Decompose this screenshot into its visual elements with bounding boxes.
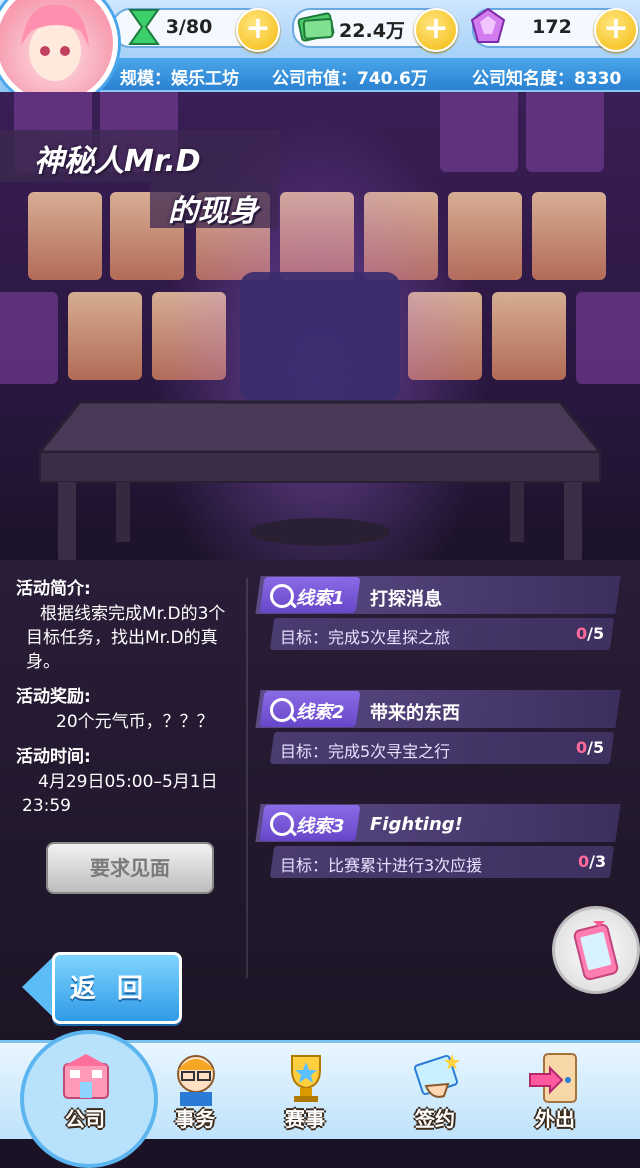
- nav-competition-label: 赛事: [285, 1107, 325, 1131]
- nav-contract[interactable]: 签约: [380, 1040, 490, 1136]
- company-fame: 公司知名度：8330: [472, 69, 622, 89]
- clue-3-progress-total: /3: [589, 852, 607, 871]
- back-button-label: 返 回: [70, 974, 150, 1004]
- time-text-line1: 4月29日05:00–5月1日: [38, 772, 218, 792]
- nav-competition[interactable]: 赛事: [250, 1040, 360, 1136]
- back-arrow-icon: [22, 954, 56, 1020]
- clue-2-title: 带来的东西: [370, 703, 460, 724]
- add-energy-button[interactable]: +: [236, 8, 280, 52]
- company-scale: 规模：娱乐工坊: [120, 69, 239, 89]
- nav-contract-label: 签约: [415, 1107, 455, 1131]
- clue-2-goal: 目标：完成5次寻宝之行: [280, 742, 451, 761]
- intro-text-line3: 身。: [26, 652, 60, 672]
- clue-3-title: Fighting!: [370, 814, 463, 835]
- avatar-portrait-icon: [21, 4, 89, 81]
- nav-company-label: 公司: [65, 1107, 105, 1131]
- time-text-line2: 23:59: [22, 796, 71, 816]
- clue-1-title: 打探消息: [370, 589, 442, 610]
- door-exit-icon: [529, 1053, 577, 1103]
- magnifier-icon: [270, 698, 294, 722]
- clue-3-progress-current: 0: [578, 852, 590, 871]
- assistant-icon: [177, 1055, 215, 1106]
- company-building-icon: [63, 1054, 109, 1099]
- request-meeting-button[interactable]: 要求见面: [46, 842, 214, 894]
- nav-affairs-label: 事务: [175, 1107, 215, 1131]
- clue-2-progress-current: 0: [576, 738, 588, 757]
- company-market-value: 公司市值：740.6万: [272, 69, 428, 89]
- trophy-icon: [291, 1055, 321, 1102]
- event-title-line1: 神秘人Mr.D: [34, 144, 201, 179]
- clue-2-progress-total: /5: [587, 738, 605, 757]
- clue-3-tag-text: 线索3: [296, 816, 345, 837]
- clue-1-tag-text: 线索1: [296, 588, 345, 609]
- intro-label: 活动简介:: [16, 579, 91, 599]
- clue-1-progress-total: /5: [587, 624, 605, 643]
- clue-2-tag-text: 线索2: [296, 702, 345, 723]
- contract-icon: [414, 1054, 460, 1098]
- nav-company[interactable]: 公司: [30, 1040, 140, 1136]
- nav-outing[interactable]: 外出: [500, 1040, 610, 1136]
- phone-icon: [573, 921, 619, 981]
- energy-counter: 3/80 +: [112, 8, 280, 52]
- add-money-button[interactable]: +: [414, 8, 458, 52]
- panel-divider: [246, 578, 248, 978]
- time-label: 活动时间:: [16, 747, 91, 767]
- money-counter: 22.4万 +: [292, 8, 458, 52]
- clue-1-progress: 0/5: [576, 624, 604, 643]
- gem-counter: 172 +: [470, 7, 638, 52]
- reward-text: 20个元气币，？？？: [56, 712, 214, 732]
- intro-text-line2: 目标任务，找出Mr.D的真: [26, 628, 218, 648]
- nav-affairs[interactable]: 事务: [140, 1040, 250, 1136]
- add-gems-button[interactable]: +: [594, 8, 638, 52]
- clue-1-goal: 目标：完成5次星探之旅: [280, 628, 451, 647]
- nav-outing-label: 外出: [535, 1107, 575, 1131]
- clue-2-progress: 0/5: [576, 738, 604, 757]
- magnifier-icon: [270, 812, 294, 836]
- clue-3-progress: 0/3: [578, 852, 606, 871]
- event-title-line2: 的现身: [168, 194, 258, 229]
- intro-text-line1: 根据线索完成Mr.D的3个: [40, 604, 226, 624]
- reward-label: 活动奖励:: [16, 687, 91, 707]
- clue-1-progress-current: 0: [576, 624, 588, 643]
- phone-button[interactable]: [552, 906, 640, 994]
- clue-3-goal: 目标：比赛累计进行3次应援: [280, 856, 483, 875]
- magnifier-icon: [270, 584, 294, 608]
